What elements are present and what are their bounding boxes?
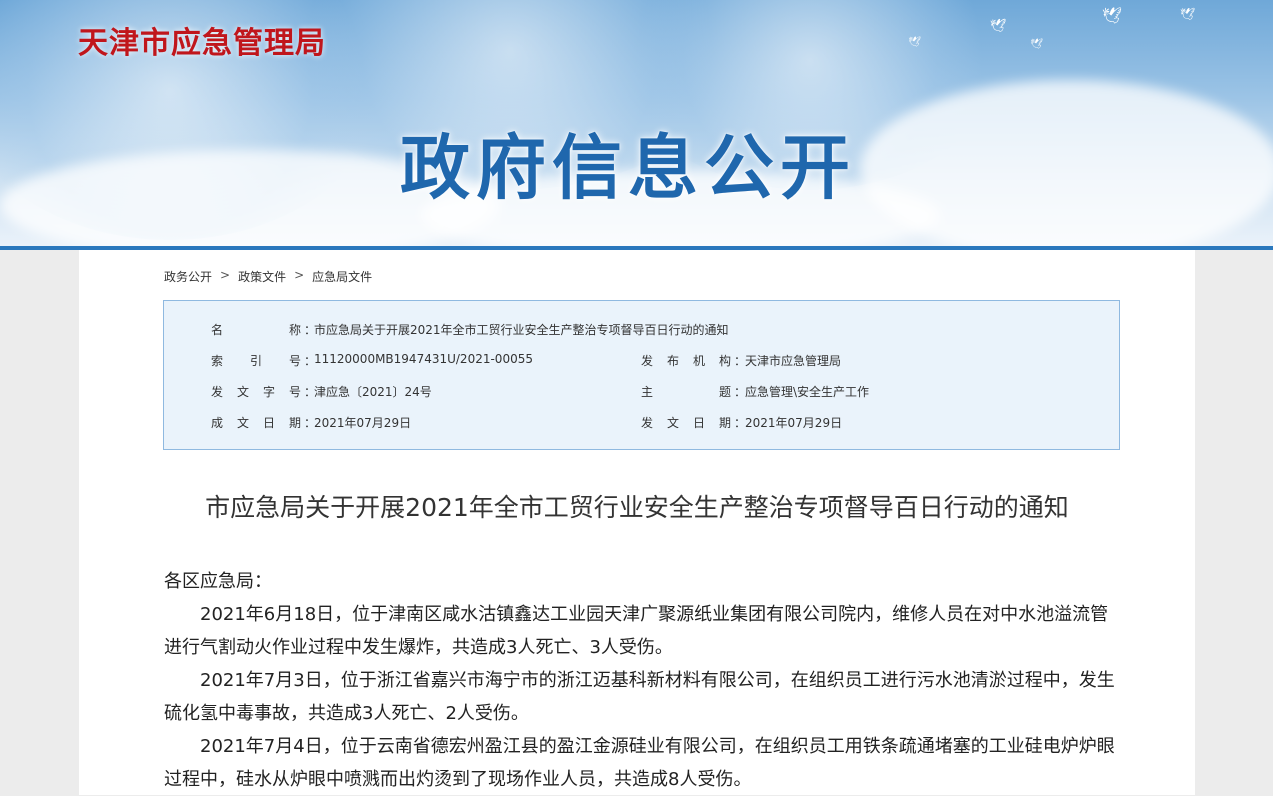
site-name-logo[interactable]: 天津市应急管理局 — [78, 18, 326, 62]
header-banner: 🕊 🕊 🕊 🕊 🕊 天津市应急管理局 政府信息公开 — [0, 0, 1273, 246]
breadcrumb: 政务公开 > 政策文件 > 应急局文件 — [164, 268, 372, 285]
meta-name-value: 市应急局关于开展2021年全市工贸行业安全生产整治专项督导百日行动的通知 — [314, 323, 729, 337]
document-metadata-table: 名 称 ： 市应急局关于开展2021年全市工贸行业安全生产整治专项督导百日行动的… — [163, 300, 1120, 450]
meta-docno-label: 发 文 字 号 — [211, 385, 301, 399]
breadcrumb-item-gov-affairs[interactable]: 政务公开 — [164, 268, 212, 285]
section-title: 政府信息公开 — [400, 127, 856, 209]
meta-published-label: 发 文 日 期 — [641, 416, 731, 430]
meta-created-value: 2021年07月29日 — [314, 416, 412, 430]
breadcrumb-item-bureau-docs[interactable]: 应急局文件 — [312, 268, 372, 285]
body-paragraph: 2021年6月18日，位于津南区咸水沽镇鑫达工业园天津广聚源纸业集团有限公司院内… — [164, 604, 1109, 658]
dove-icon: 🕊 — [1102, 6, 1123, 25]
meta-publisher-label: 发 布 机 构 — [641, 354, 731, 368]
document-title: 市应急局关于开展2021年全市工贸行业安全生产整治专项督导百日行动的通知 — [205, 493, 1069, 522]
meta-index-label: 索 引 号 — [211, 354, 301, 368]
breadcrumb-separator: > — [294, 268, 305, 282]
dove-icon: 🕊 — [1030, 39, 1043, 50]
body-paragraph: 2021年7月3日，位于浙江省嘉兴市海宁市的浙江迈基科新材料有限公司，在组织员工… — [164, 670, 1115, 724]
breadcrumb-item-policy-docs[interactable]: 政策文件 — [238, 268, 286, 285]
meta-subject-label: 主 题 — [641, 385, 731, 399]
dove-icon: 🕊 — [990, 19, 1007, 34]
meta-row-dates: 成 文 日 期 ： 2021年07月29日 发 文 日 期 ： 2021年07月… — [164, 414, 1119, 434]
meta-created-label: 成 文 日 期 — [211, 416, 301, 430]
meta-docno-value: 津应急〔2021〕24号 — [314, 385, 432, 399]
body-paragraph: 2021年7月4日，位于云南省德宏州盈江县的盈江金源硅业有限公司，在组织员工用铁… — [164, 736, 1115, 790]
breadcrumb-separator: > — [220, 268, 231, 282]
meta-name-label: 名 称 — [211, 323, 301, 337]
meta-index-value: 11120000MB1947431U/2021-00055 — [314, 352, 533, 366]
meta-row-index: 索 引 号 ： 11120000MB1947431U/2021-00055 发 … — [164, 352, 1119, 372]
document-body: 各区应急局： 2021年6月18日，位于津南区咸水沽镇鑫达工业园天津广聚源纸业集… — [164, 565, 1122, 796]
meta-subject-value: 应急管理\安全生产工作 — [745, 385, 870, 399]
meta-publisher-value: 天津市应急管理局 — [745, 354, 842, 368]
meta-row-name: 名 称 ： 市应急局关于开展2021年全市工贸行业安全生产整治专项督导百日行动的… — [164, 321, 1119, 341]
salutation: 各区应急局： — [164, 571, 272, 592]
dove-icon: 🕊 — [908, 37, 921, 48]
cloud-decoration — [860, 80, 1273, 246]
meta-published-value: 2021年07月29日 — [745, 416, 843, 430]
main-content: 政务公开 > 政策文件 > 应急局文件 名 称 ： 市应急局关于开展2021年全… — [79, 250, 1195, 795]
meta-row-docno: 发 文 字 号 ： 津应急〔2021〕24号 主 题 ： 应急管理\安全生产工作 — [164, 383, 1119, 403]
dove-icon: 🕊 — [1180, 7, 1196, 21]
